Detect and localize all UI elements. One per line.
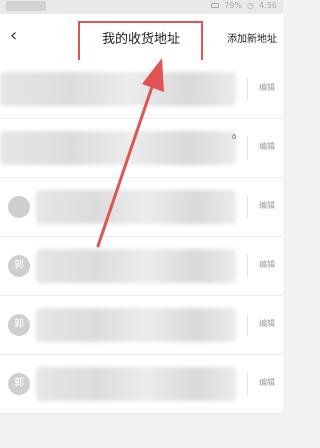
status-time: 4:56	[259, 1, 277, 10]
address-details-blurred	[0, 131, 236, 165]
avatar: 郭	[8, 373, 30, 395]
row-divider	[247, 255, 248, 277]
address-details-blurred	[36, 308, 236, 342]
edit-button[interactable]: 编辑	[259, 200, 275, 211]
battery-level: 79%	[224, 1, 243, 10]
clock-icon: ◷	[247, 1, 255, 10]
address-row[interactable]: 郭 编辑	[0, 355, 283, 414]
default-mark-icon: ō	[232, 133, 237, 141]
address-row[interactable]: 编辑	[0, 60, 283, 119]
row-divider	[247, 78, 248, 100]
row-divider	[247, 196, 248, 218]
address-row[interactable]: 郭 编辑	[0, 237, 283, 296]
edit-button[interactable]: 编辑	[259, 377, 275, 388]
battery-icon	[211, 3, 220, 8]
address-row[interactable]: 郭 编辑	[0, 296, 283, 355]
address-details-blurred	[36, 367, 236, 401]
address-details-blurred	[36, 249, 236, 283]
back-chevron-icon[interactable]: ‹	[10, 26, 24, 46]
row-divider	[247, 137, 248, 159]
edit-button[interactable]: 编辑	[259, 82, 275, 93]
address-details-blurred	[0, 72, 236, 106]
address-row[interactable]: 编辑	[0, 178, 283, 237]
row-divider	[247, 314, 248, 336]
avatar	[8, 196, 30, 218]
address-row[interactable]: ō 编辑	[0, 119, 283, 178]
status-icons	[6, 1, 46, 11]
header: ‹ 我的收货地址 添加新地址	[0, 14, 283, 71]
avatar: 郭	[8, 314, 30, 336]
address-list: 编辑 ō 编辑 编辑 郭 编辑 郭 编辑 郭 编辑	[0, 60, 283, 414]
address-details-blurred	[36, 190, 236, 224]
edit-button[interactable]: 编辑	[259, 318, 275, 329]
edit-button[interactable]: 编辑	[259, 141, 275, 152]
status-right: 79% ◷ 4:56	[211, 1, 277, 10]
add-address-button[interactable]: 添加新地址	[227, 30, 277, 45]
avatar: 郭	[8, 255, 30, 277]
row-divider	[247, 373, 248, 395]
edit-button[interactable]: 编辑	[259, 259, 275, 270]
status-bar: 79% ◷ 4:56	[0, 0, 283, 14]
